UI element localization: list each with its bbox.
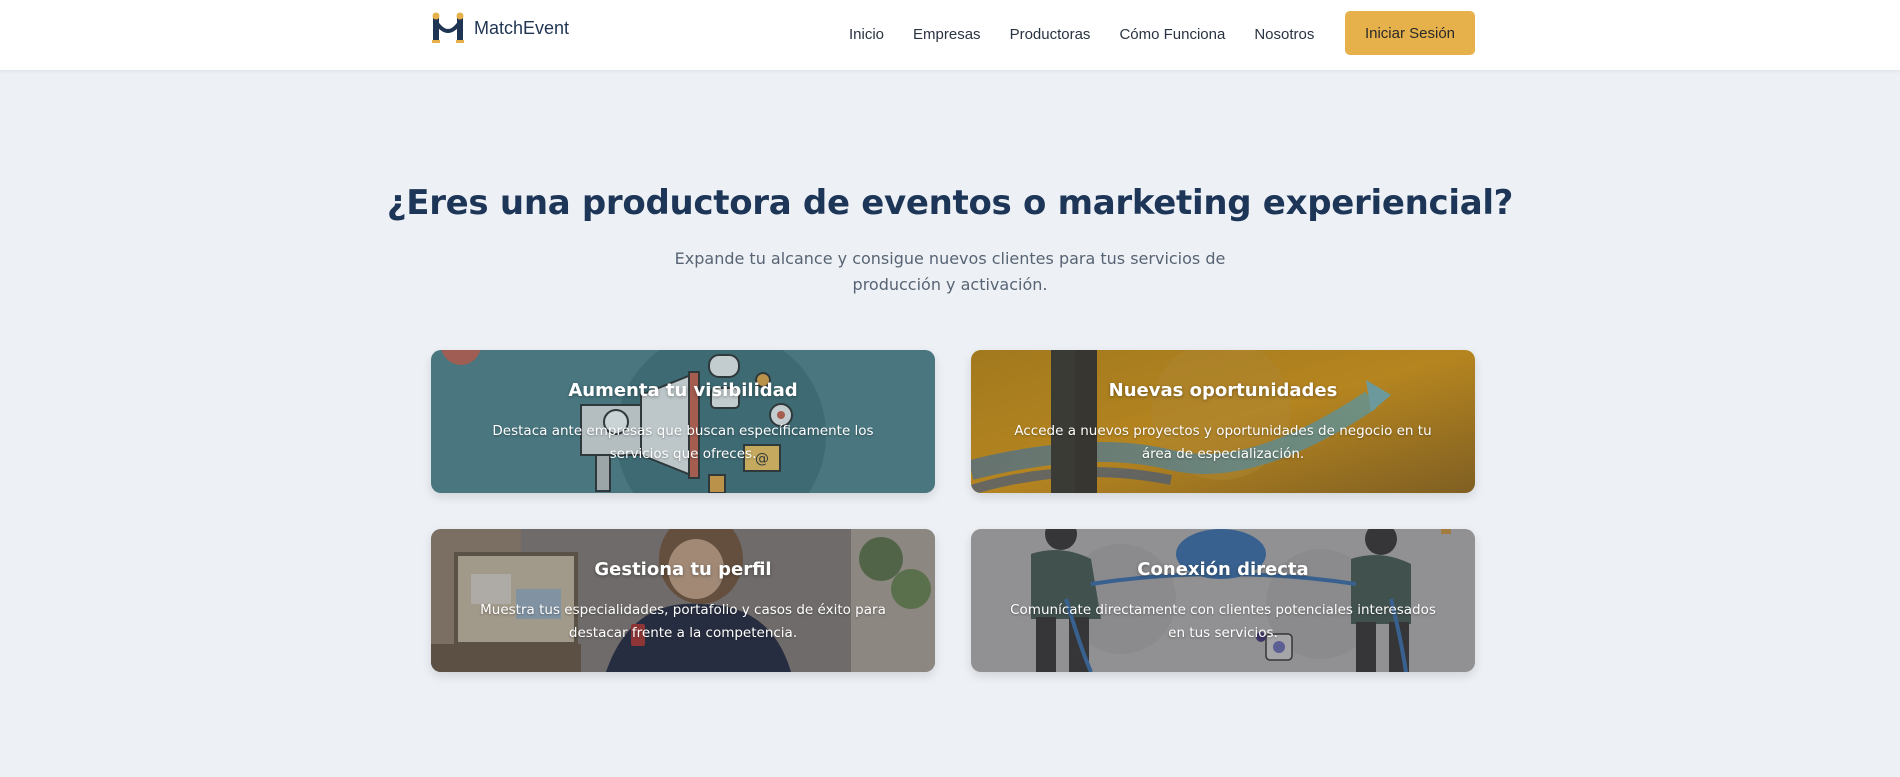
card-description: Destaca ante empresas que buscan específ… xyxy=(492,423,874,462)
nav-link-inicio[interactable]: Inicio xyxy=(849,26,884,43)
card-title: Gestiona tu perfil xyxy=(594,559,772,580)
benefit-card-oportunidades: Nuevas oportunidades Accede a nuevos pro… xyxy=(971,350,1475,493)
nav-link-productoras[interactable]: Productoras xyxy=(1010,26,1091,43)
card-description: Comunícate directamente con clientes pot… xyxy=(1010,602,1436,641)
logo-link[interactable]: MatchEvent xyxy=(430,10,569,46)
benefit-card-conexion: Conexión directa Comunícate directamente… xyxy=(971,529,1475,672)
card-title: Conexión directa xyxy=(1137,559,1309,580)
benefit-card-perfil: Gestiona tu perfil Muestra tus especiali… xyxy=(431,529,935,672)
card-description: Muestra tus especialidades, portafolio y… xyxy=(480,602,886,641)
site-header: MatchEvent Inicio Empresas Productoras C… xyxy=(0,0,1900,70)
nav-link-nosotros[interactable]: Nosotros xyxy=(1254,26,1314,43)
card-description: Accede a nuevos proyectos y oportunidade… xyxy=(1014,423,1432,462)
match-event-logo-icon xyxy=(432,12,464,43)
logo-text: MatchEvent xyxy=(474,17,570,38)
section-title: ¿Eres una productora de eventos o market… xyxy=(386,183,1514,223)
nav-link-como-funciona[interactable]: Cómo Funciona xyxy=(1119,26,1225,43)
benefit-card-visibilidad: @ Aumenta tu visibilidad Destaca ante em… xyxy=(431,350,935,493)
login-button[interactable]: Iniciar Sesión xyxy=(1345,11,1475,55)
card-title: Nuevas oportunidades xyxy=(1108,380,1338,401)
nav-link-empresas[interactable]: Empresas xyxy=(913,26,981,43)
section-subtitle: Expande tu alcance y consigue nuevos cli… xyxy=(674,249,1226,294)
main-nav: Inicio Empresas Productoras Cómo Funcion… xyxy=(849,0,1314,68)
card-title: Aumenta tu visibilidad xyxy=(568,380,798,401)
